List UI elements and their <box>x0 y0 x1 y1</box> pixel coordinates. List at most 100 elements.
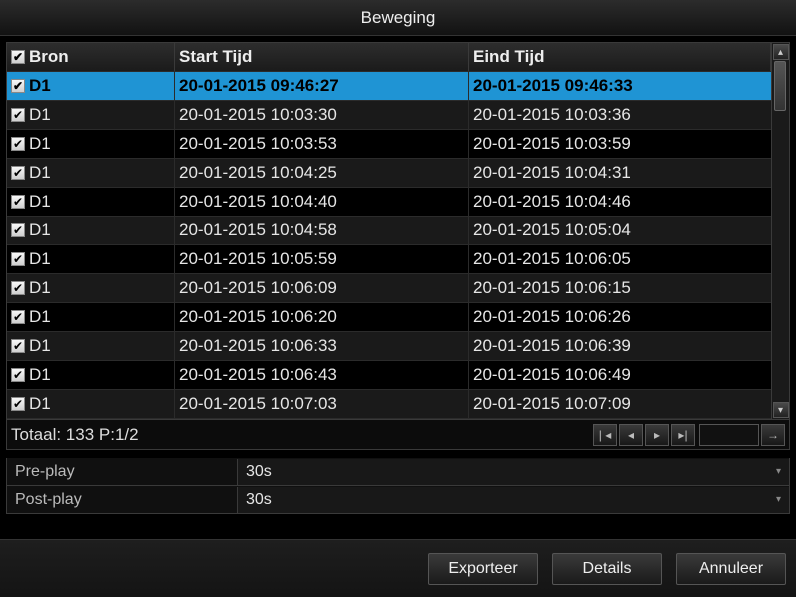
scroll-track[interactable] <box>772 61 789 401</box>
first-page-button[interactable]: | ◂ <box>593 424 617 446</box>
chevron-down-icon: ▾ <box>776 494 781 505</box>
cell-source-text: D1 <box>29 220 51 240</box>
cancel-button[interactable]: Annuleer <box>676 553 786 585</box>
table-row[interactable]: ✔ D1 20-01-2015 10:03:5320-01-2015 10:03:5… <box>7 130 771 159</box>
cell-source: ✔ D1 <box>7 274 175 302</box>
row-checkbox[interactable]: ✔ <box>11 223 25 237</box>
postplay-row: Post-play 30s ▾ <box>6 486 790 514</box>
cell-source: ✔D1 <box>7 361 175 389</box>
next-page-button[interactable]: ▸ <box>645 424 669 446</box>
cell-source: ✔ D1 <box>7 188 175 216</box>
cell-source-text: D1 <box>29 394 51 414</box>
row-checkbox[interactable]: ✔ <box>11 281 25 295</box>
cell-source: ✔ D1 <box>7 130 175 158</box>
preplay-select[interactable]: 30s ▾ <box>237 459 789 485</box>
table-row[interactable]: ✔D120-01-2015 10:04:2520-01-2015 10:04:3… <box>7 159 771 188</box>
cell-end-time: 20-01-2015 10:06:26 <box>469 303 771 331</box>
window: Beweging ✔ Bron Start Tijd Eind Tijd <box>0 0 796 597</box>
pager-status: Totaal: 133 P:1/2 <box>11 425 139 445</box>
cell-source: ✔ D1 <box>7 332 175 360</box>
postplay-select[interactable]: 30s ▾ <box>237 487 789 513</box>
window-title: Beweging <box>0 0 796 36</box>
cell-source: ✔ D1 <box>7 217 175 245</box>
cell-start-time: 20-01-2015 10:06:43 <box>175 361 469 389</box>
preplay-label: Pre-play <box>7 463 237 481</box>
vertical-scrollbar[interactable]: ▴ ▾ <box>771 43 789 419</box>
table-row[interactable]: ✔D120-01-2015 10:06:4320-01-2015 10:06:4… <box>7 361 771 390</box>
table-row[interactable]: ✔ D1 20-01-2015 09:46:2720-01-2015 09:46:3… <box>7 72 771 101</box>
cell-source: ✔ D1 <box>7 245 175 273</box>
table-row[interactable]: ✔ D1 20-01-2015 10:03:3020-01-2015 10:03:3… <box>7 101 771 130</box>
table-header-row: ✔ Bron Start Tijd Eind Tijd <box>7 43 771 72</box>
cell-start-time: 20-01-2015 09:46:27 <box>175 72 469 100</box>
content-area: ✔ Bron Start Tijd Eind Tijd ✔D120-01-201… <box>0 36 796 539</box>
go-page-button[interactable]: → <box>761 424 785 446</box>
cell-source: ✔ D1 <box>7 101 175 129</box>
row-checkbox[interactable]: ✔ <box>11 310 25 324</box>
last-page-button[interactable]: ▸| <box>671 424 695 446</box>
title-text: Beweging <box>361 8 436 28</box>
row-checkbox[interactable]: ✔ <box>11 339 25 353</box>
cell-end-time: 20-01-2015 10:03:59 <box>469 130 771 158</box>
cell-end-time: 20-01-2015 09:46:33 <box>469 72 771 100</box>
table-row[interactable]: ✔ D1 20-01-2015 10:04:5820-01-2015 10:05:0… <box>7 217 771 246</box>
cell-start-time: 20-01-2015 10:07:03 <box>175 390 469 418</box>
footer-bar: Exporteer Details Annuleer <box>0 539 796 597</box>
cell-end-time: 20-01-2015 10:06:05 <box>469 245 771 273</box>
cell-source-text: D1 <box>29 105 51 125</box>
cell-start-time: 20-01-2015 10:06:20 <box>175 303 469 331</box>
cell-source-text: D1 <box>29 134 51 154</box>
cell-end-time: 20-01-2015 10:07:09 <box>469 390 771 418</box>
cell-start-time: 20-01-2015 10:04:58 <box>175 217 469 245</box>
table-row[interactable]: ✔D120-01-2015 10:04:4020-01-2015 10:04:4… <box>7 188 771 217</box>
cell-source-text: D1 <box>29 192 51 212</box>
cell-source: ✔D1 <box>7 303 175 331</box>
cell-source-text: D1 <box>29 76 51 96</box>
prev-page-button[interactable]: ◂ <box>619 424 643 446</box>
select-all-checkbox[interactable]: ✔ <box>11 50 25 64</box>
col-source[interactable]: ✔ Bron <box>7 43 175 71</box>
row-checkbox[interactable]: ✔ <box>11 397 25 411</box>
cell-start-time: 20-01-2015 10:03:30 <box>175 101 469 129</box>
scroll-up-button[interactable]: ▴ <box>773 44 789 60</box>
row-checkbox[interactable]: ✔ <box>11 368 25 382</box>
preplay-row: Pre-play 30s ▾ <box>6 458 790 486</box>
table-row[interactable]: ✔D120-01-2015 10:06:3320-01-2015 10:06:3… <box>7 332 771 361</box>
page-input[interactable] <box>699 424 759 446</box>
scroll-thumb[interactable] <box>774 61 786 111</box>
cell-source-text: D1 <box>29 278 51 298</box>
col-end[interactable]: Eind Tijd <box>469 43 771 71</box>
row-checkbox[interactable]: ✔ <box>11 108 25 122</box>
cell-start-time: 20-01-2015 10:03:53 <box>175 130 469 158</box>
cell-end-time: 20-01-2015 10:06:15 <box>469 274 771 302</box>
cell-end-time: 20-01-2015 10:03:36 <box>469 101 771 129</box>
table-row[interactable]: ✔D120-01-2015 10:05:5920-01-2015 10:06:0… <box>7 245 771 274</box>
table-row[interactable]: ✔ D1 20-01-2015 10:06:0920-01-2015 10:06:1… <box>7 274 771 303</box>
cell-end-time: 20-01-2015 10:06:39 <box>469 332 771 360</box>
cell-end-time: 20-01-2015 10:04:46 <box>469 188 771 216</box>
row-checkbox[interactable]: ✔ <box>11 166 25 180</box>
cell-source: ✔D1 <box>7 159 175 187</box>
export-button[interactable]: Exporteer <box>428 553 538 585</box>
cell-source: ✔ D1 <box>7 72 175 100</box>
chevron-down-icon: ▾ <box>776 466 781 477</box>
col-start-label: Start Tijd <box>179 47 252 67</box>
table-row[interactable]: ✔ D1 20-01-2015 10:07:0320-01-2015 10:07:0… <box>7 390 771 419</box>
cell-start-time: 20-01-2015 10:06:09 <box>175 274 469 302</box>
row-checkbox[interactable]: ✔ <box>11 252 25 266</box>
table-row[interactable]: ✔D120-01-2015 10:06:2020-01-2015 10:06:2… <box>7 303 771 332</box>
row-checkbox[interactable]: ✔ <box>11 137 25 151</box>
pager-bar: Totaal: 133 P:1/2 | ◂ ◂ ▸ ▸| → <box>6 420 790 450</box>
col-start[interactable]: Start Tijd <box>175 43 469 71</box>
details-button[interactable]: Details <box>552 553 662 585</box>
row-checkbox[interactable]: ✔ <box>11 195 25 209</box>
cell-end-time: 20-01-2015 10:05:04 <box>469 217 771 245</box>
row-checkbox[interactable]: ✔ <box>11 79 25 93</box>
scroll-down-button[interactable]: ▾ <box>773 402 789 418</box>
cell-start-time: 20-01-2015 10:04:25 <box>175 159 469 187</box>
cell-source-text: D1 <box>29 249 51 269</box>
cell-source: ✔ D1 <box>7 390 175 418</box>
postplay-label: Post-play <box>7 491 237 509</box>
cell-source-text: D1 <box>29 336 51 356</box>
preplay-value: 30s <box>246 463 272 481</box>
